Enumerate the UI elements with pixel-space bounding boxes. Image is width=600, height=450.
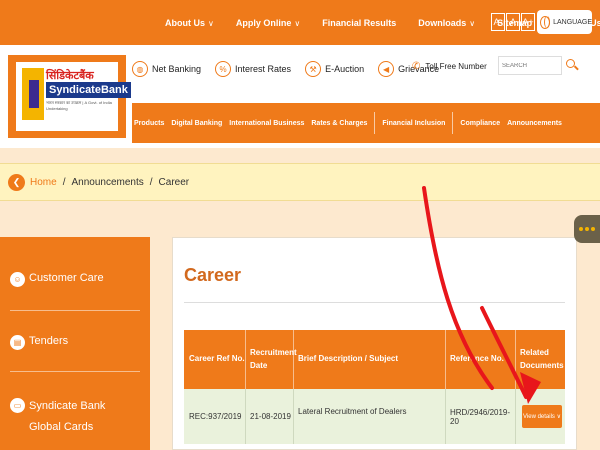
page-title: Career	[184, 265, 242, 285]
globe-icon	[540, 15, 551, 29]
column-header: Related Documents	[520, 347, 564, 370]
cell-career-ref: REC:937/2019	[189, 412, 242, 421]
cell-date: 21-08-2019	[250, 412, 291, 421]
document-icon: ▤	[10, 335, 25, 350]
nav-divider	[452, 112, 454, 134]
title-divider	[184, 302, 565, 303]
breadcrumb: ❮ Home / Announcements / Career	[0, 163, 600, 201]
top-bar: About Us ∨ Apply Online ∨ Financial Result…	[0, 0, 600, 45]
headset-icon: ☺	[10, 272, 25, 287]
syndicate-bank-logo[interactable]: सिंडिकेटबैंक SyndicateBank भारत सरकार का…	[8, 55, 131, 138]
home-icon[interactable]: ❮	[8, 173, 25, 191]
column-header: Reference No.	[450, 354, 504, 364]
chevron-down-icon: ∨	[294, 18, 301, 28]
font-decrease-button[interactable]: A-	[491, 13, 505, 31]
view-details-button[interactable]: View details ∨	[522, 405, 562, 428]
nav-divider	[374, 112, 376, 134]
nav-about-us[interactable]: About Us ∨	[165, 18, 214, 28]
table-row: REC:937/2019 21-08-2019 Lateral Recruitm…	[184, 389, 565, 444]
sidebar-item-tenders[interactable]: ▤ Tenders	[0, 335, 150, 350]
nav-rates-charges[interactable]: Rates & Charges	[311, 120, 367, 127]
search-input[interactable]	[498, 56, 562, 75]
nav-compliance[interactable]: Compliance	[460, 120, 500, 127]
nav-financial-inclusion[interactable]: Financial Inclusion	[382, 120, 445, 127]
search-icon[interactable]	[566, 59, 575, 68]
nav-apply-online[interactable]: Apply Online ∨	[236, 18, 300, 28]
sidebar-item-customer-care[interactable]: ☺ Customer Care	[0, 272, 150, 287]
phone-icon: ✆	[412, 61, 421, 72]
column-header: Brief Description / Subject	[298, 354, 399, 364]
font-normal-button[interactable]: A	[506, 13, 520, 31]
card-icon: ▭	[10, 398, 25, 413]
quicklink-net-banking[interactable]: ◍ Net Banking	[132, 61, 201, 77]
chevron-down-icon: ∨	[208, 18, 214, 28]
nav-downloads[interactable]: Downloads ∨	[418, 18, 475, 28]
nav-announcements[interactable]: Announcements	[507, 120, 562, 127]
globe-icon: ◍	[132, 61, 148, 77]
cell-subject: Lateral Recruitment of Dealers	[298, 407, 407, 416]
header: सिंडिकेटबैंक SyndicateBank भारत सरकार का…	[0, 45, 600, 148]
quick-links: ◍ Net Banking % Interest Rates ⚒ E-Auction …	[132, 57, 453, 81]
quicklink-e-auction[interactable]: ⚒ E-Auction	[305, 61, 364, 77]
career-panel: Career Career Ref No. Recruitment Date B…	[172, 237, 577, 450]
gavel-icon: ⚒	[305, 61, 322, 77]
sidebar-item-global-cards[interactable]: ▭ Syndicate Bank Global Cards	[0, 396, 150, 438]
megaphone-icon: ◀	[378, 61, 395, 77]
logo-mark-icon	[22, 68, 44, 120]
chevron-down-icon: ∨	[469, 18, 476, 28]
percent-icon: %	[215, 61, 232, 77]
quicklink-interest-rates[interactable]: % Interest Rates	[215, 61, 291, 77]
column-header: Recruitment Date	[250, 347, 297, 370]
toll-free-number[interactable]: ✆ Toll Free Number	[412, 61, 487, 72]
breadcrumb-current: Career	[158, 176, 190, 188]
more-options-button[interactable]	[574, 215, 600, 243]
sidebar: ☺ Customer Care ▤ Tenders ▭ Syndicate Bank …	[0, 237, 150, 450]
nav-products[interactable]: Products	[134, 120, 164, 127]
breadcrumb-announcements[interactable]: Announcements	[71, 177, 143, 188]
column-header: Career Ref No.	[189, 354, 245, 364]
nav-international-business[interactable]: International Business	[229, 120, 304, 127]
nav-digital-banking[interactable]: Digital Banking	[171, 120, 222, 127]
table-header: Career Ref No. Recruitment Date Brief De…	[184, 330, 565, 389]
cell-reference-no: HRD/2946/2019-20	[450, 407, 511, 426]
language-button[interactable]: LANGUAGE	[537, 10, 592, 34]
main-nav: Products Digital Banking International B…	[132, 103, 600, 143]
nav-financial-results[interactable]: Financial Results	[322, 18, 396, 28]
breadcrumb-home[interactable]: Home	[30, 177, 57, 188]
font-increase-button[interactable]: A+	[521, 13, 535, 31]
